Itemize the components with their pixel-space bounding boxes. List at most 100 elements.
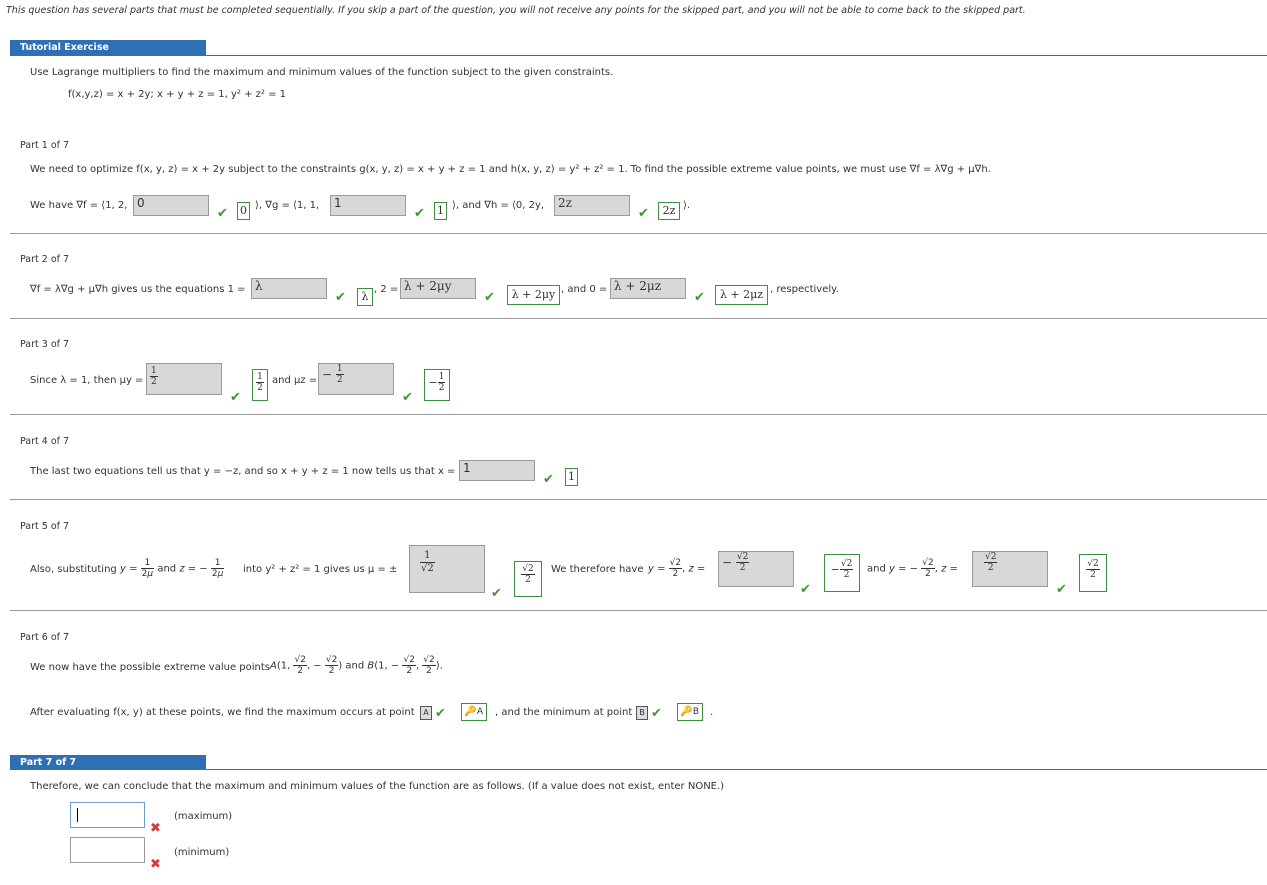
part5-header: Part 5 of 7: [20, 521, 70, 532]
fraction-one-half: 12: [335, 364, 344, 385]
check-icon: ✔: [651, 706, 662, 721]
part6-min-answer: 🔑 B: [677, 703, 703, 721]
part1-text: We need to optimize f(x, y, z) = x + 2y …: [30, 164, 991, 175]
minus-sign: −: [428, 376, 438, 389]
part1-grad-g: ⟩, ∇g = ⟨1, 1,: [255, 200, 320, 211]
part4-input-1[interactable]: 1: [459, 460, 535, 481]
part5-second-y: and y = − √2 2, z =: [867, 558, 958, 579]
fraction-root-two-over-two: √2 2: [839, 559, 854, 580]
part-divider: [10, 414, 1267, 415]
minimum-label: (minimum): [174, 847, 230, 858]
part5-lead: Also, substituting: [30, 564, 117, 575]
part3-answer-1: 12: [252, 369, 268, 401]
part5-y-z-expression: y = √2 2, z =: [648, 558, 706, 579]
part3-header: Part 3 of 7: [20, 339, 70, 350]
part-divider: [10, 318, 1267, 319]
part2-mid-2: , and 0 =: [561, 284, 608, 295]
part1-answer-2: 1: [434, 202, 447, 220]
part2-lead: ∇f = λ∇g + μ∇h gives us the equations 1 …: [30, 284, 246, 295]
key-icon: 🔑: [680, 706, 693, 717]
sequential-notice: This question has several parts that mus…: [6, 5, 1026, 16]
fraction-root-two-over-two: √2 2: [735, 552, 750, 573]
check-icon: ✔: [800, 582, 811, 597]
error-x-icon: ✖: [150, 857, 161, 872]
fraction-one-over-root-two: 1 √2: [420, 550, 435, 574]
part6-max-answer-letter: A: [476, 707, 483, 717]
tutorial-divider: [10, 55, 1267, 56]
part5-answer-3: √2 2: [1079, 554, 1107, 592]
part5-we-therefore: We therefore have: [551, 564, 644, 575]
part1-answer-1: 0: [237, 202, 250, 220]
part1-we-have: We have ∇f = ⟨1, 2,: [30, 200, 128, 211]
key-icon: 🔑: [464, 706, 477, 717]
part2-input-3[interactable]: λ + 2μz: [610, 278, 686, 299]
part2-answer-2: λ + 2μy: [507, 285, 560, 305]
part6-points-expression: A(1, √2 2, − √2 2) and B(1, − √2 2, √2 2).: [270, 655, 443, 676]
part4-text: The last two equations tell us that y = …: [30, 466, 456, 477]
part3-input-2[interactable]: − 12: [318, 363, 394, 395]
check-icon: ✔: [484, 290, 495, 305]
part1-answer-3: 2z: [658, 202, 680, 220]
check-icon: ✔: [414, 206, 425, 221]
part-divider: [10, 610, 1267, 611]
part2-answer-1: λ: [357, 288, 373, 306]
check-icon: ✔: [1056, 582, 1067, 597]
part1-input-2[interactable]: 1: [330, 195, 406, 216]
text-cursor: [77, 808, 78, 822]
part3-mid: and μz =: [272, 375, 318, 386]
part1-input-1[interactable]: 0: [133, 195, 209, 216]
part2-input-1[interactable]: λ: [251, 278, 327, 299]
check-icon: ✔: [435, 706, 446, 721]
part3-answer-2: −1 2: [424, 369, 450, 401]
part2-mid-1: , 2 =: [374, 284, 399, 295]
part5-substitutions: y = 1 2μ and z = − 1 2μ: [120, 558, 225, 579]
check-icon: ✔: [491, 586, 502, 601]
part6-min-answer-letter: B: [692, 707, 699, 717]
part1-grad-h: ⟩, and ∇h = ⟨0, 2y,: [452, 200, 545, 211]
part1-header: Part 1 of 7: [20, 140, 70, 151]
part6-after-text: After evaluating f(x, y) at these points…: [30, 707, 415, 718]
part6-period: .: [710, 707, 714, 718]
fraction-one-half: 12: [256, 372, 264, 393]
fraction-one-half: 12: [150, 366, 158, 387]
part6-min-select[interactable]: B: [636, 706, 648, 720]
maximum-label: (maximum): [174, 811, 233, 822]
part3-input-1[interactable]: 12: [146, 363, 222, 395]
part6-min-text: , and the minimum at point: [495, 707, 633, 718]
minus-sign: −: [830, 563, 840, 576]
part2-answer-3: λ + 2μz: [715, 285, 768, 305]
minimum-input[interactable]: [70, 837, 145, 863]
fraction-root-two-over-two: √2 2: [984, 552, 998, 573]
part6-max-answer: 🔑 A: [461, 703, 487, 721]
check-icon: ✔: [230, 390, 241, 405]
part7-header: Part 7 of 7: [10, 755, 206, 770]
part1-input-3[interactable]: 2z: [554, 195, 630, 216]
minus-sign: −: [722, 555, 733, 570]
part5-answer-2: − √2 2: [824, 554, 860, 592]
part6-points-text: We now have the possible extreme value p…: [30, 662, 271, 673]
tutorial-instruction: Use Lagrange multipliers to find the max…: [30, 67, 614, 78]
tutorial-function: f(x,y,z) = x + 2y; x + y + z = 1, y² + z…: [68, 89, 287, 100]
check-icon: ✔: [217, 206, 228, 221]
check-icon: ✔: [638, 206, 649, 221]
check-icon: ✔: [543, 472, 554, 487]
check-icon: ✔: [335, 290, 346, 305]
part7-divider: [10, 769, 1267, 770]
part6-header: Part 6 of 7: [20, 632, 70, 643]
part5-input-2[interactable]: − √2 2: [718, 551, 794, 587]
part5-input-1[interactable]: 1 √2: [409, 545, 485, 593]
part4-answer-1: 1: [565, 468, 578, 486]
part2-input-2[interactable]: λ + 2μy: [400, 278, 476, 299]
tutorial-exercise-tab: Tutorial Exercise: [10, 40, 206, 55]
fraction-one-half: 12: [437, 372, 446, 393]
part6-max-select[interactable]: A: [420, 706, 432, 720]
part2-tail: , respectively.: [770, 284, 839, 295]
fraction-root-two-over-two: √2 2: [521, 564, 535, 585]
part1-close: ⟩.: [683, 200, 691, 211]
maximum-input[interactable]: [70, 802, 145, 828]
part2-header: Part 2 of 7: [20, 254, 70, 265]
minus-sign: −: [322, 367, 333, 382]
part3-lead: Since λ = 1, then μy =: [30, 375, 144, 386]
fraction-root-two-over-two: √2 2: [1086, 559, 1100, 580]
part5-input-3[interactable]: √2 2: [972, 551, 1048, 587]
